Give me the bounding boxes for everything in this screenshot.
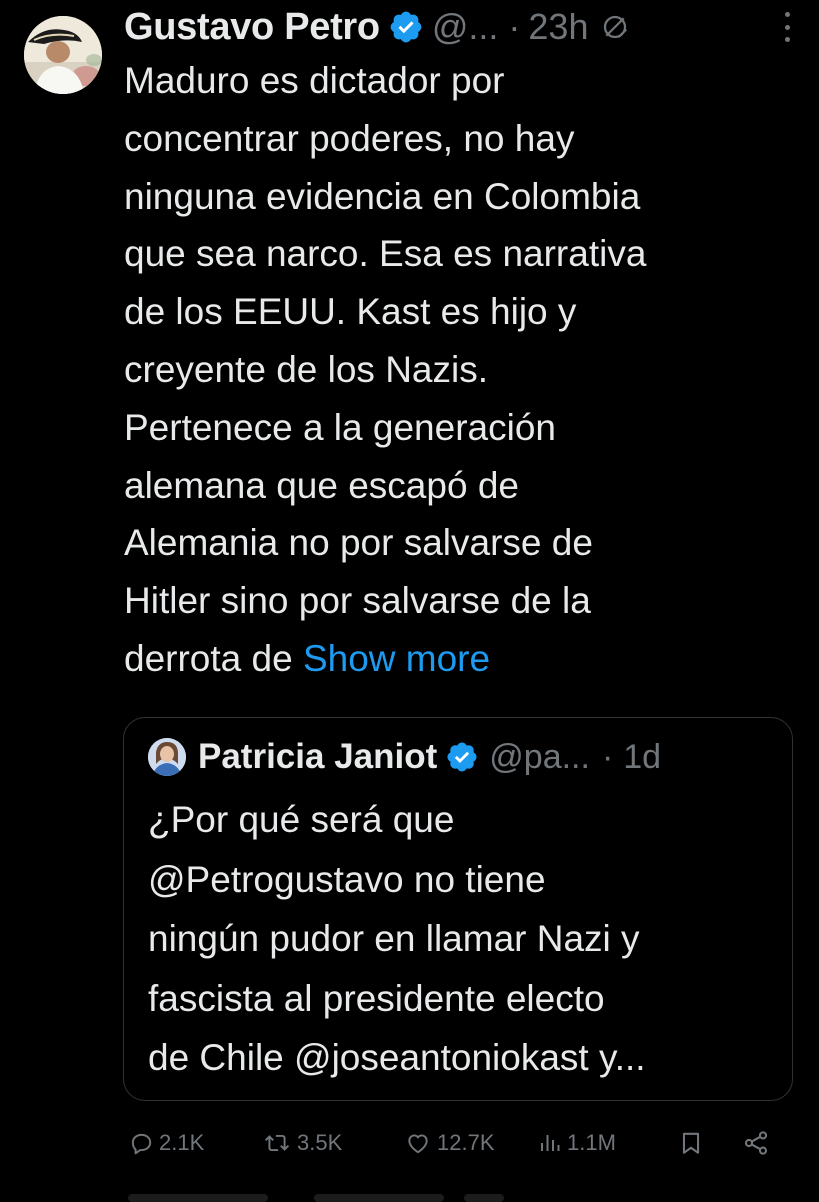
quoted-tweet-text: ¿Por qué será que @Petrogustavo no tiene… [148, 790, 778, 1088]
quoted-tweet-line: ningún pudor en llamar Nazi y [148, 918, 640, 959]
reply-icon [128, 1130, 154, 1156]
quoted-tweet-line: @Petrogustavo no tiene [148, 858, 546, 900]
tweet-line: alemana que escapó de [124, 464, 519, 506]
avatar-image [24, 16, 102, 94]
tweet-text: Maduro es dictador por concentrar podere… [124, 52, 804, 688]
reply-count: 2.1K [159, 1130, 205, 1155]
tweet-line: Hitler sino por salvarse de la [124, 580, 591, 622]
quoted-tweet-line: ¿Por qué será que [148, 799, 455, 840]
next-tweet-badge-fragment [464, 1194, 504, 1202]
quoted-author-handle[interactable]: @pa... [489, 738, 590, 777]
share-icon [742, 1129, 770, 1157]
tweet-timestamp[interactable]: 23h [528, 6, 588, 48]
header-separator: · [508, 6, 521, 47]
quoted-tweet-line: de Chile @joseantoniokast y... [148, 1037, 646, 1078]
tweet-line: Alemania no por salvarse de [124, 522, 593, 564]
retweet-button[interactable]: 3.5K [262, 1130, 342, 1156]
tweet-line: ninguna evidencia en Colombia [124, 175, 641, 217]
tweet-line: creyente de los Nazis. [124, 348, 489, 390]
like-icon [404, 1130, 432, 1156]
quoted-tweet-card[interactable]: Patricia Janiot @pa... · 1d ¿Por qué ser… [123, 717, 793, 1101]
show-more-link[interactable]: Show more [303, 638, 490, 679]
quoted-header-separator: · [601, 737, 614, 776]
tweet-line: que sea narco. Esa es narrativa [124, 233, 647, 275]
quoted-author-avatar[interactable] [148, 738, 186, 776]
views-icon [538, 1130, 562, 1156]
quoted-avatar-image [148, 738, 186, 776]
globe-off-icon [600, 12, 630, 42]
quoted-tweet-timestamp[interactable]: 1d [623, 738, 661, 777]
share-button[interactable] [742, 1129, 770, 1157]
reply-button[interactable]: 2.1K [128, 1130, 204, 1156]
verified-badge-icon [388, 9, 424, 45]
bookmark-button[interactable] [678, 1129, 704, 1157]
tweet-header: Gustavo Petro @... · 23h [124, 4, 807, 50]
tweet-line: Pertenece a la generación [124, 406, 556, 448]
quoted-tweet-header: Patricia Janiot @pa... · 1d [198, 734, 772, 780]
quoted-author-display-name[interactable]: Patricia Janiot [198, 737, 437, 777]
next-tweet-name-fragment [128, 1194, 268, 1202]
author-avatar[interactable] [24, 16, 102, 94]
bookmark-icon [678, 1129, 704, 1157]
tweet-line: concentrar poderes, no hay [124, 117, 575, 159]
tweet-action-bar: 2.1K 3.5K 12.7K 1.1M [128, 1120, 788, 1166]
tweet-line: Maduro es dictador por [124, 60, 505, 101]
retweet-count: 3.5K [297, 1130, 343, 1155]
tweet-line: derrota de [124, 637, 303, 679]
retweet-icon [262, 1130, 292, 1156]
author-display-name[interactable]: Gustavo Petro [124, 6, 380, 49]
next-tweet-name-fragment [314, 1194, 444, 1202]
more-vertical-icon[interactable] [783, 12, 791, 42]
like-button[interactable]: 12.7K [404, 1130, 495, 1156]
views-count: 1.1M [567, 1130, 616, 1155]
views-button[interactable]: 1.1M [538, 1130, 616, 1156]
verified-badge-icon [445, 740, 479, 774]
quoted-tweet-line: fascista al presidente electo [148, 977, 605, 1019]
author-handle[interactable]: @... [432, 6, 499, 48]
like-count: 12.7K [437, 1130, 495, 1155]
tweet-line: de los EEUU. Kast es hijo y [124, 291, 577, 333]
